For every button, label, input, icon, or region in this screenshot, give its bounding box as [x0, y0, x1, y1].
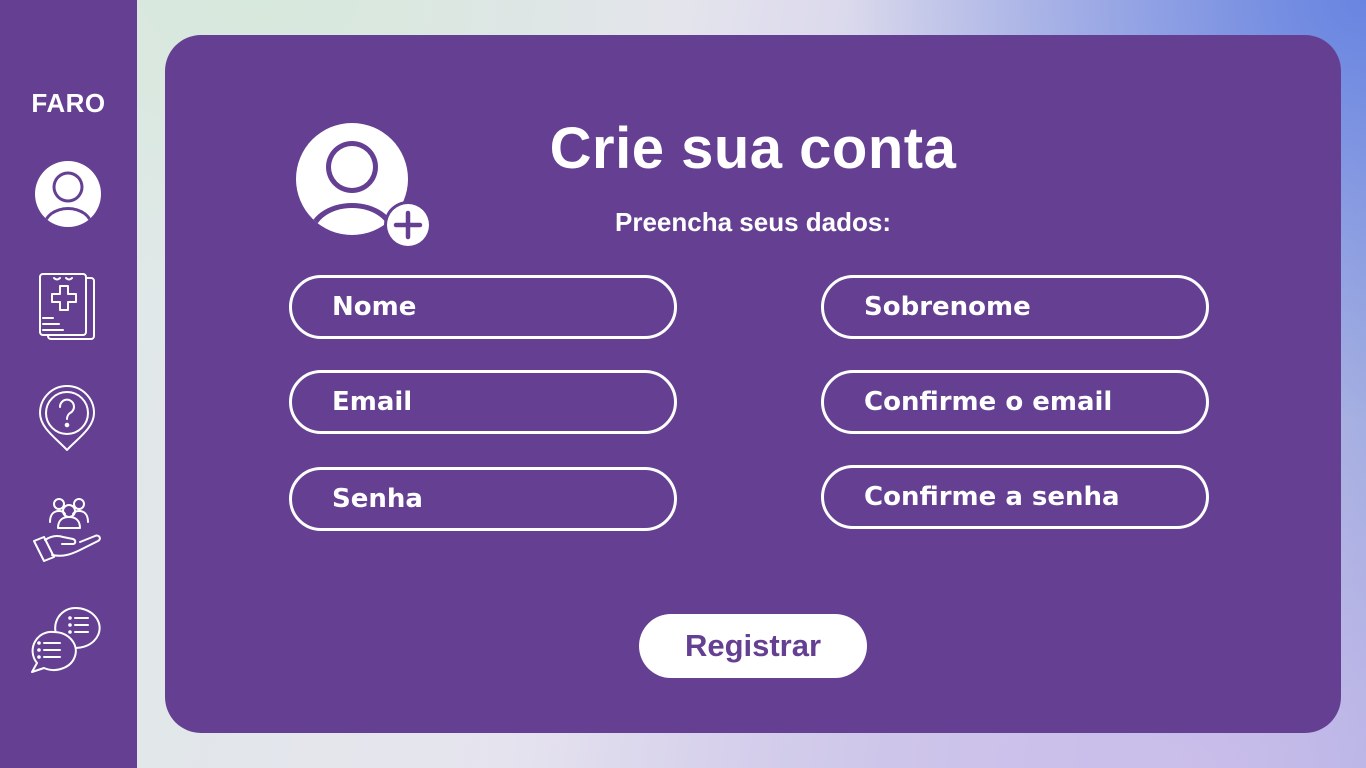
app-logo: FARO [31, 88, 106, 118]
nav-community[interactable] [32, 494, 104, 566]
password-input[interactable] [289, 467, 677, 531]
chat-bubbles-icon [30, 606, 104, 674]
nav-chat[interactable] [30, 606, 104, 674]
first-name-input[interactable] [289, 275, 677, 339]
register-button[interactable]: Registrar [639, 614, 867, 678]
email-input[interactable] [289, 370, 677, 434]
user-circle-icon [34, 160, 102, 228]
confirm-password-input[interactable] [821, 465, 1209, 529]
page-title: Crie sua conta [549, 116, 957, 181]
add-user-icon [296, 123, 432, 254]
community-care-icon [32, 494, 104, 566]
nav-help-location[interactable] [38, 384, 96, 452]
location-question-icon [38, 384, 96, 452]
page-subtitle: Preencha seus dados: [615, 207, 891, 237]
register-card: Crie sua conta Preencha seus dados: Regi… [165, 35, 1341, 733]
nav-profile[interactable] [34, 160, 102, 228]
last-name-input[interactable] [821, 275, 1209, 339]
medical-record-icon [37, 272, 97, 342]
confirm-email-input[interactable] [821, 370, 1209, 434]
nav-medical-records[interactable] [37, 272, 97, 342]
sidebar: FARO [0, 0, 137, 768]
